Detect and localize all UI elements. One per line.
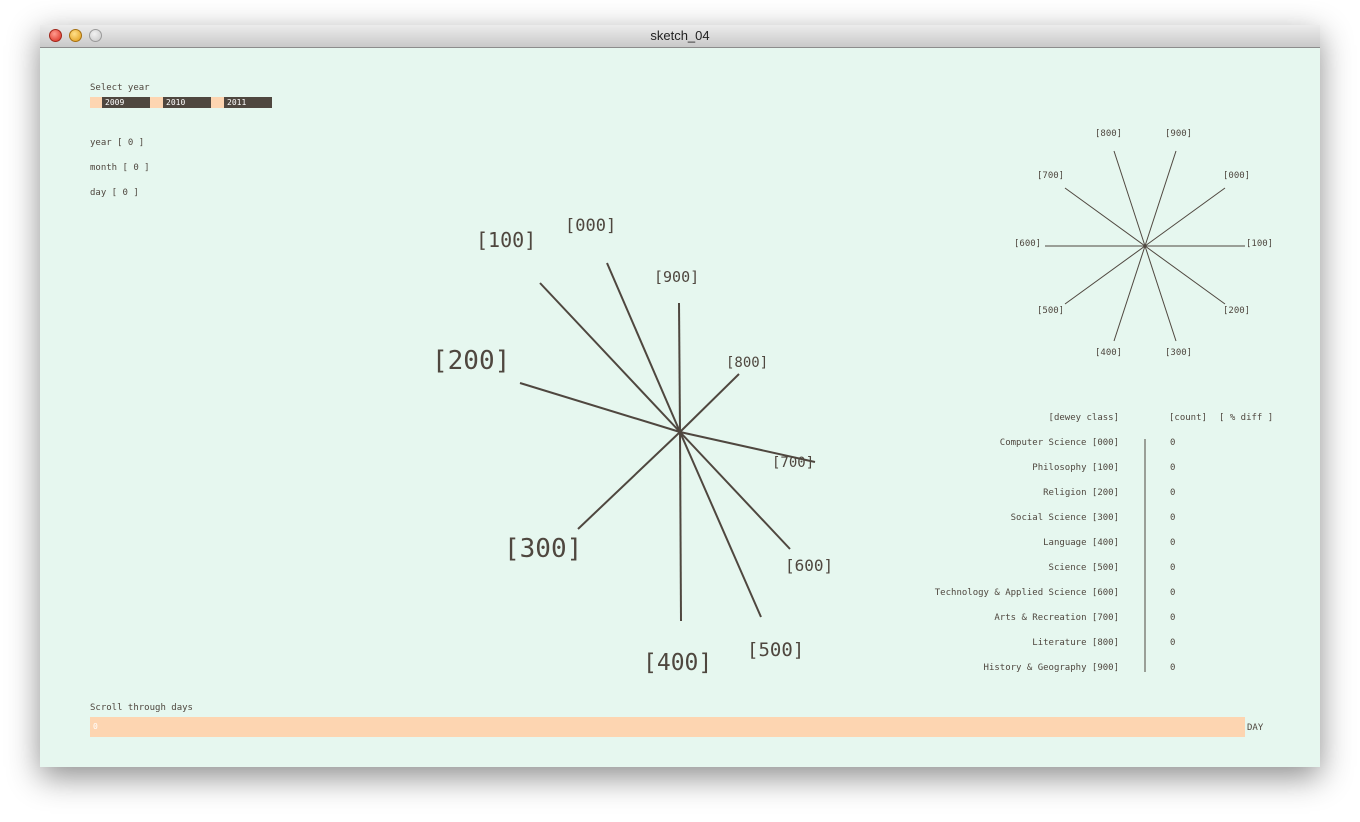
mini-label-400: [400] xyxy=(1095,348,1122,358)
mini-label-300: [300] xyxy=(1165,348,1192,358)
row-count-800: 0 xyxy=(1170,638,1176,648)
app-window: sketch_04 Select year 2009 2010 2011 yea… xyxy=(40,25,1320,767)
mini-label-200: [200] xyxy=(1223,306,1250,316)
header-dewey-class: [dewey class] xyxy=(1048,413,1119,423)
mini-radial-spokes xyxy=(1045,150,1245,342)
mini-label-600: [600] xyxy=(1014,239,1041,249)
header-count: [count] xyxy=(1169,413,1207,423)
mini-label-100: [100] xyxy=(1246,239,1273,249)
main-label-200: [200] xyxy=(432,346,510,376)
row-label-400: Language [400] xyxy=(1043,538,1119,548)
window-title: sketch_04 xyxy=(650,28,710,43)
header-percent-diff: [ % diff ] xyxy=(1219,413,1274,423)
main-spoke-300 xyxy=(577,431,681,530)
row-count-600: 0 xyxy=(1170,588,1176,598)
day-scroll-slider[interactable]: 0 xyxy=(90,717,1245,737)
row-count-900: 0 xyxy=(1170,663,1176,673)
mini-spoke-800 xyxy=(1113,150,1146,247)
row-count-500: 0 xyxy=(1170,563,1176,573)
scroll-days-label: Scroll through days xyxy=(90,703,193,713)
main-radial-chart: [000] [100] [200] [300] [400] [500] [600… xyxy=(432,129,1273,676)
row-label-700: Arts & Recreation [700] xyxy=(994,613,1119,623)
main-spoke-800 xyxy=(679,373,740,433)
row-count-100: 0 xyxy=(1170,463,1176,473)
row-label-600: Technology & Applied Science [600] xyxy=(934,588,1119,598)
mini-label-800: [800] xyxy=(1095,129,1122,139)
main-label-100: [100] xyxy=(476,228,536,252)
row-count-000: 0 xyxy=(1170,438,1176,448)
main-label-500: [500] xyxy=(747,639,804,661)
mini-spoke-700 xyxy=(1064,187,1146,247)
main-spoke-900 xyxy=(678,302,681,433)
row-label-800: Literature [800] xyxy=(1032,638,1119,648)
main-spoke-600 xyxy=(679,431,791,550)
sketch-canvas: Select year 2009 2010 2011 year [ 0 ] mo… xyxy=(40,47,1320,767)
main-label-800: [800] xyxy=(726,355,768,371)
row-count-400: 0 xyxy=(1170,538,1176,548)
mini-label-000: [000] xyxy=(1223,171,1250,181)
row-label-000: Computer Science [000] xyxy=(999,438,1119,448)
row-count-200: 0 xyxy=(1170,488,1176,498)
mini-spoke-400 xyxy=(1113,245,1146,342)
main-spoke-400 xyxy=(679,431,682,622)
mini-spoke-200 xyxy=(1144,245,1226,305)
row-label-900: History & Geography [900] xyxy=(983,663,1119,673)
main-label-700: [700] xyxy=(772,455,814,471)
mini-label-900: [900] xyxy=(1165,129,1192,139)
main-label-300: [300] xyxy=(504,534,582,564)
main-spoke-000 xyxy=(606,262,681,433)
row-count-300: 0 xyxy=(1170,513,1176,523)
day-unit-label: DAY xyxy=(1247,723,1264,733)
mini-spoke-900 xyxy=(1144,150,1177,247)
main-label-000: [000] xyxy=(565,216,616,236)
row-label-200: Religion [200] xyxy=(1043,488,1119,498)
title-bar[interactable]: sketch_04 xyxy=(40,25,1320,48)
mini-spoke-300 xyxy=(1144,245,1177,342)
mini-spoke-000 xyxy=(1144,187,1226,247)
row-label-100: Philosophy [100] xyxy=(1032,463,1119,473)
main-label-400: [400] xyxy=(643,650,712,676)
mini-spoke-500 xyxy=(1064,245,1146,305)
day-scroll-value: 0 xyxy=(93,722,98,731)
row-label-500: Science [500] xyxy=(1048,563,1119,573)
main-label-600: [600] xyxy=(785,556,833,575)
mini-label-500: [500] xyxy=(1037,306,1064,316)
row-label-300: Social Science [300] xyxy=(1010,513,1119,523)
mini-label-700: [700] xyxy=(1037,171,1064,181)
main-label-900: [900] xyxy=(654,268,699,286)
main-spoke-500 xyxy=(679,431,762,618)
row-count-700: 0 xyxy=(1170,613,1176,623)
